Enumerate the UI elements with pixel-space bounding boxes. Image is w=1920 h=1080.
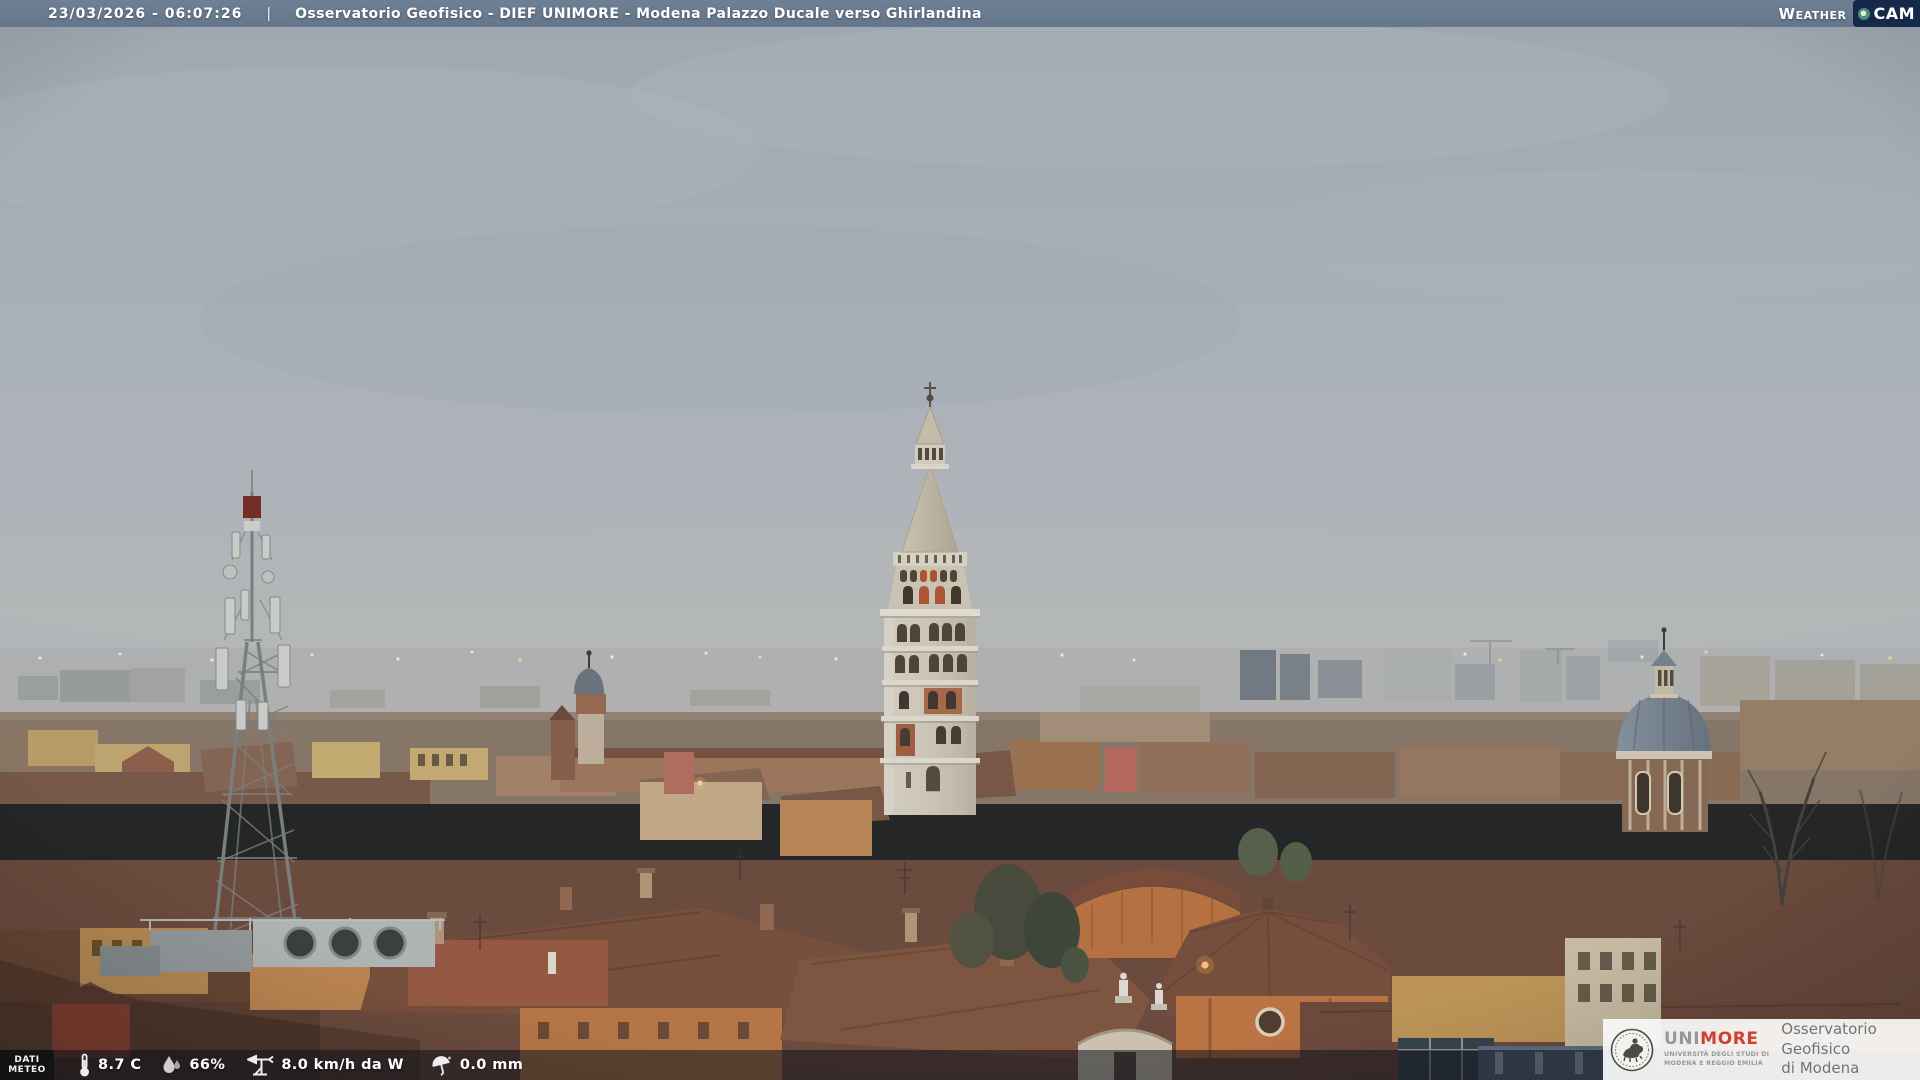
weathercam-cam-box: CAM: [1853, 0, 1920, 27]
timestamp-text: 23/03/2026 - 06:07:26: [48, 5, 243, 22]
webcam-frame: 23/03/2026 - 06:07:26 | Osservatorio Geo…: [0, 0, 1920, 1080]
wind-icon: [247, 1054, 274, 1076]
weathercam-weather-text: Weather: [1778, 4, 1847, 23]
humidity-value: 66%: [189, 1057, 226, 1073]
wind-value: 8.0 km/h da W: [281, 1057, 404, 1073]
unimore-wordmark: UNIMORE UNIVERSITÀ DEGLI STUDI DI MODENA…: [1664, 1031, 1769, 1068]
rain-value: 0.0 mm: [459, 1057, 524, 1073]
dati-label-line2: METEO: [8, 1065, 46, 1075]
temperature-value: 8.7 C: [98, 1057, 142, 1073]
humidity-item: 66%: [161, 1054, 225, 1076]
unimore-seal-icon: [1610, 1028, 1654, 1071]
observatory-name-line2: di Modena: [1781, 1059, 1860, 1078]
thermometer-icon: [80, 1053, 89, 1077]
university-subtitle-line1: UNIVERSITÀ DEGLI STUDI DI: [1664, 1051, 1770, 1058]
weathercam-cam-text: CAM: [1873, 4, 1915, 23]
webcam-photo: [0, 0, 1920, 1080]
observatory-name-line1: Osservatorio Geofisico: [1781, 1020, 1877, 1058]
university-subtitle-line2: MODENA E REGGIO EMILIA: [1664, 1059, 1763, 1067]
dati-label-line1: DATI: [14, 1054, 40, 1065]
humidity-icon: [163, 1056, 181, 1073]
header-bar: 23/03/2026 - 06:07:26 | Osservatorio Geo…: [0, 0, 1920, 27]
temperature-item: 8.7 C: [78, 1053, 141, 1077]
rain-icon: [432, 1056, 451, 1076]
wind-item: 8.0 km/h da W: [247, 1054, 404, 1076]
rain-item: 0.0 mm: [430, 1054, 523, 1076]
weathercam-logo: Weather CAM: [1779, 0, 1920, 27]
unimore-panel: UNIMORE UNIVERSITÀ DEGLI STUDI DI MODENA…: [1603, 1019, 1920, 1080]
dati-meteo-label: DATI METEO: [0, 1050, 54, 1080]
camera-lens-icon: [1858, 7, 1871, 20]
observatory-name: Osservatorio Geofisico di Modena: [1781, 1020, 1920, 1079]
unimore-more-text: MORE: [1700, 1029, 1759, 1049]
separator: |: [266, 5, 272, 22]
unimore-uni-text: UNI: [1664, 1029, 1701, 1049]
page-title: Osservatorio Geofisico - DIEF UNIMORE - …: [295, 5, 982, 22]
